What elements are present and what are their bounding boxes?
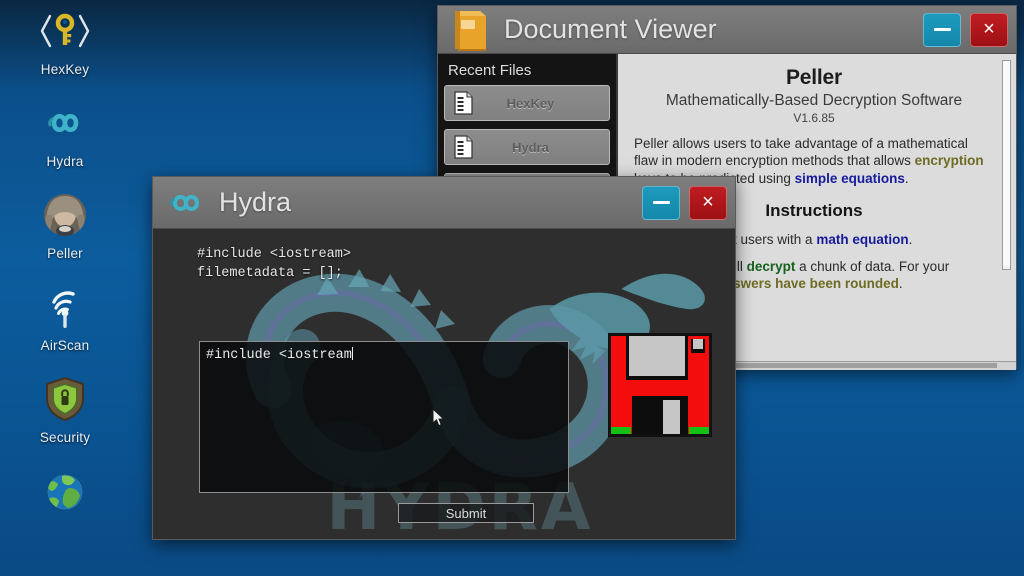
key-brackets-icon [38, 6, 92, 56]
p1-end: . [905, 171, 909, 186]
shield-lock-icon [38, 374, 92, 424]
text-caret [352, 347, 353, 360]
highlight-math-equation: math equation [816, 232, 908, 247]
document-viewer-titlebar[interactable]: Document Viewer × [438, 6, 1016, 54]
close-icon: × [983, 18, 995, 41]
highlight-decrypt: decrypt [747, 259, 796, 274]
portrait-icon [38, 190, 92, 240]
highlight-answers-rounded: answers have been rounded [717, 276, 899, 291]
desktop-icon-label: Security [40, 430, 90, 445]
p1-mid: flaw in modern encryption methods that a… [634, 153, 915, 168]
submit-button[interactable]: Submit [398, 503, 534, 523]
hydra-body: HYDRA #include <iostream> filemetadata =… [153, 229, 735, 539]
hydra-code-input[interactable]: #include <iostream [199, 341, 569, 493]
recent-files-header: Recent Files [444, 58, 610, 85]
p1-prefix: Peller allows users to take advantage of… [634, 136, 968, 151]
highlight-simple-equations: simple equations [795, 171, 905, 186]
document-icon [448, 91, 478, 115]
minimize-icon [934, 28, 951, 31]
desktop-icon-peller[interactable]: Peller [5, 190, 125, 280]
infinity-icon [38, 98, 92, 148]
document-title: Peller [634, 66, 994, 90]
document-subtitle: Mathematically-Based Decryption Software [634, 92, 994, 110]
scrollbar-thumb[interactable] [1003, 61, 1010, 266]
hydra-window[interactable]: Hydra × [152, 176, 736, 540]
hydra-minimize-button[interactable] [642, 186, 680, 220]
desktop-icon-label: HexKey [41, 62, 89, 77]
document-vertical-scrollbar[interactable] [1002, 60, 1011, 270]
desktop-icon-column: HexKey Hydra [0, 6, 130, 558]
document-viewer-title: Document Viewer [494, 14, 914, 45]
close-icon: × [702, 191, 714, 214]
desktop: HexKey Hydra [0, 0, 1024, 576]
minimize-icon [653, 201, 670, 204]
submit-button-label: Submit [446, 506, 486, 521]
document-icon [448, 135, 478, 159]
desktop-icon-globe[interactable] [5, 466, 125, 556]
hydra-input-value: #include <iostream [206, 348, 352, 363]
p2-end: . [909, 232, 913, 247]
infinity-icon [163, 183, 209, 223]
desktop-icon-airscan[interactable]: AirScan [5, 282, 125, 372]
p3-end: . [899, 276, 903, 291]
desktop-icon-security[interactable]: Security [5, 374, 125, 464]
recent-file-item-hydra[interactable]: Hydra [444, 129, 610, 165]
document-viewer-close-button[interactable]: × [970, 13, 1008, 47]
recent-file-label: Hydra [478, 140, 609, 155]
floppy-disk-icon[interactable] [608, 333, 712, 437]
globe-icon [38, 466, 92, 516]
desktop-icon-label: Peller [47, 246, 83, 261]
desktop-icon-hexkey[interactable]: HexKey [5, 6, 125, 96]
hydra-code-display: #include <iostream> filemetadata = []; [197, 245, 351, 283]
recent-file-item-hexkey[interactable]: HexKey [444, 85, 610, 121]
recent-file-label: HexKey [478, 96, 609, 111]
hydra-title: Hydra [209, 187, 633, 218]
wifi-antenna-icon [38, 282, 92, 332]
desktop-icon-hydra[interactable]: Hydra [5, 98, 125, 188]
hydra-titlebar[interactable]: Hydra × [153, 177, 735, 229]
desktop-icon-label: Hydra [46, 154, 83, 169]
book-icon [448, 10, 494, 50]
hydra-close-button[interactable]: × [689, 186, 727, 220]
document-viewer-minimize-button[interactable] [923, 13, 961, 47]
document-version: V1.6.85 [634, 111, 994, 125]
desktop-icon-label: AirScan [41, 338, 90, 353]
highlight-encryption: encryption [915, 153, 984, 168]
